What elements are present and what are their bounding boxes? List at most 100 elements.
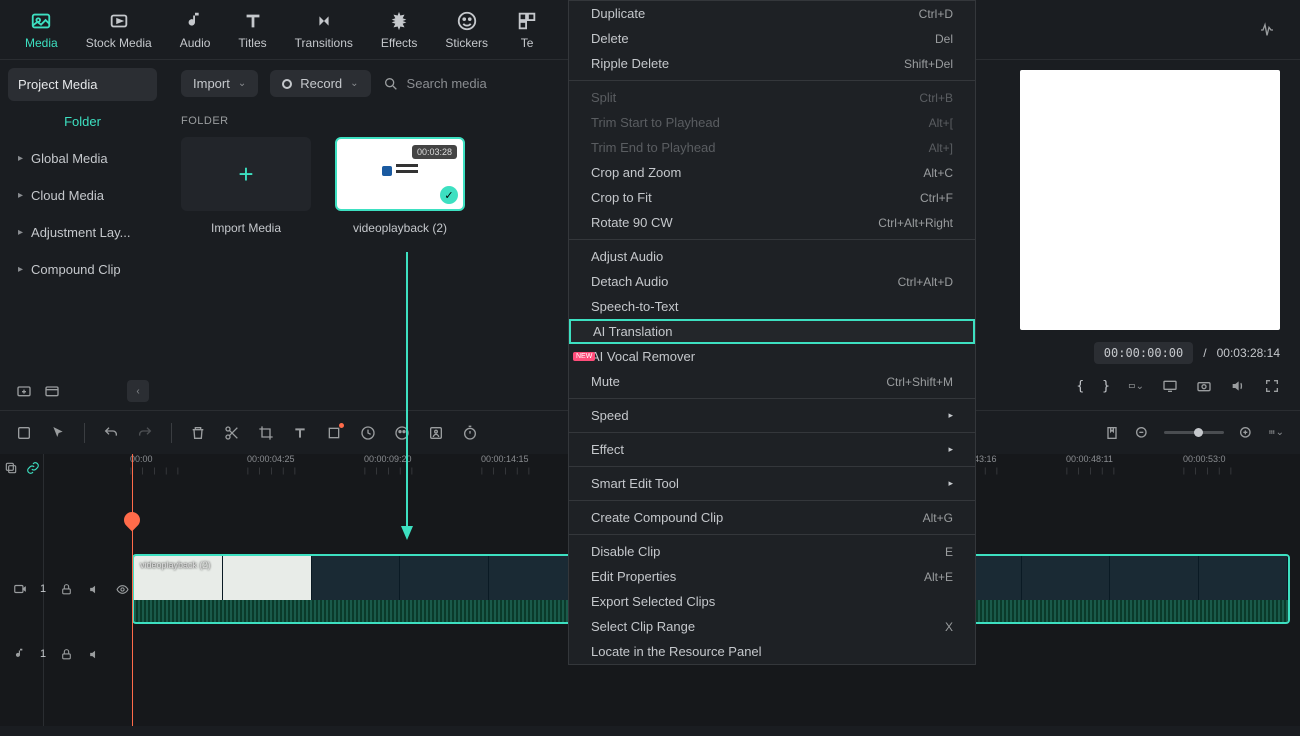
crop-frame-icon[interactable] — [326, 425, 342, 441]
ctx-crop-fit[interactable]: Crop to FitCtrl+F — [569, 185, 975, 210]
monitor-icon[interactable] — [1162, 378, 1178, 394]
zoom-out-icon[interactable] — [1134, 425, 1150, 441]
snapshot-icon[interactable] — [1196, 378, 1212, 394]
tab-stickers[interactable]: Stickers — [445, 10, 488, 50]
ctx-smart-edit[interactable]: Smart Edit Tool▸ — [569, 471, 975, 496]
search-media[interactable]: Search media — [383, 76, 487, 92]
sidebar-folder[interactable]: Folder — [8, 105, 157, 138]
ctx-effect[interactable]: Effect▸ — [569, 437, 975, 462]
chevron-down-icon: ⌄ — [350, 78, 358, 89]
crop-icon[interactable] — [258, 425, 274, 441]
green-screen-icon[interactable] — [428, 425, 444, 441]
ctx-speed[interactable]: Speed▸ — [569, 403, 975, 428]
undo-icon[interactable] — [103, 425, 119, 441]
split-icon[interactable] — [224, 425, 240, 441]
sidebar-adjustment-layer[interactable]: ▸Adjustment Lay... — [8, 216, 157, 249]
ctx-speech-to-text[interactable]: Speech-to-Text — [569, 294, 975, 319]
select-tool-icon[interactable] — [16, 425, 32, 441]
ctx-delete[interactable]: DeleteDel — [569, 26, 975, 51]
mute-track-icon[interactable] — [86, 646, 102, 662]
ctx-select-clip-range[interactable]: Select Clip RangeX — [569, 614, 975, 639]
ctx-adjust-audio[interactable]: Adjust Audio — [569, 244, 975, 269]
volume-icon[interactable] — [1230, 378, 1246, 394]
cursor-icon[interactable] — [50, 425, 66, 441]
grid-view-icon[interactable]: ⌄ — [1268, 425, 1284, 441]
duration-badge: 00:03:28 — [412, 145, 457, 159]
text-icon[interactable] — [292, 425, 308, 441]
chevron-right-icon: ▸ — [18, 264, 23, 275]
tab-media[interactable]: Media — [25, 10, 58, 50]
redo-icon[interactable] — [137, 425, 153, 441]
ctx-detach-audio[interactable]: Detach AudioCtrl+Alt+D — [569, 269, 975, 294]
tab-label: Stickers — [445, 36, 488, 50]
ctx-mute[interactable]: MuteCtrl+Shift+M — [569, 369, 975, 394]
placeholder: Search media — [407, 76, 487, 91]
copy-icon[interactable] — [3, 460, 19, 476]
tab-audio[interactable]: Audio — [180, 10, 211, 50]
annotation-arrow — [400, 252, 414, 547]
context-menu: DuplicateCtrl+D DeleteDel Ripple DeleteS… — [568, 0, 976, 665]
bin-icon[interactable] — [44, 383, 60, 399]
ruler-mark: 00:00:48:11 — [1066, 454, 1183, 484]
mute-track-icon[interactable] — [86, 581, 102, 597]
lock-icon[interactable] — [58, 646, 74, 662]
mark-out-icon[interactable]: } — [1102, 379, 1110, 394]
card-label: videoplayback (2) — [353, 221, 447, 235]
preview-canvas[interactable] — [1020, 70, 1280, 330]
tab-stock-media[interactable]: Stock Media — [86, 10, 152, 50]
label: Adjustment Lay... — [31, 225, 130, 240]
ruler-mark: 00:00 — [130, 454, 247, 484]
ctx-ai-translation[interactable]: AI Translation — [569, 319, 975, 344]
sidebar-compound-clip[interactable]: ▸ Compound Clip — [8, 253, 157, 286]
ctx-disable-clip[interactable]: Disable ClipE — [569, 539, 975, 564]
import-media-card[interactable]: + Import Media — [181, 137, 311, 235]
ctx-duplicate[interactable]: DuplicateCtrl+D — [569, 1, 975, 26]
import-button[interactable]: Import⌄ — [181, 70, 258, 97]
ctx-compound[interactable]: Create Compound ClipAlt+G — [569, 505, 975, 530]
video-track-icon[interactable] — [12, 581, 28, 597]
search-icon — [383, 76, 399, 92]
ctx-trim-end: Trim End to PlayheadAlt+] — [569, 135, 975, 160]
tab-templates[interactable]: Te — [516, 10, 538, 50]
ctx-ai-vocal-remover[interactable]: NEWAI Vocal Remover — [569, 344, 975, 369]
ctx-export-selected[interactable]: Export Selected Clips — [569, 589, 975, 614]
sidebar-cloud-media[interactable]: ▸Cloud Media — [8, 179, 157, 212]
tab-effects[interactable]: Effects — [381, 10, 417, 50]
tab-label: Effects — [381, 36, 417, 50]
tab-titles[interactable]: Titles — [238, 10, 266, 50]
media-clip-card[interactable]: 00:03:28 ✓ videoplayback (2) — [335, 137, 465, 235]
zoom-in-icon[interactable] — [1238, 425, 1254, 441]
fullscreen-icon[interactable] — [1264, 378, 1280, 394]
tab-transitions[interactable]: Transitions — [295, 10, 353, 50]
ctx-ripple-delete[interactable]: Ripple DeleteShift+Del — [569, 51, 975, 76]
mark-in-icon[interactable]: { — [1076, 379, 1084, 394]
visible-icon[interactable] — [114, 581, 130, 597]
link-row — [0, 454, 43, 482]
collapse-sidebar-button[interactable]: ‹ — [127, 380, 149, 402]
tab-label: Audio — [180, 36, 211, 50]
timer-icon[interactable] — [462, 425, 478, 441]
lock-icon[interactable] — [58, 581, 74, 597]
label: Global Media — [31, 151, 108, 166]
label: Compound Clip — [31, 262, 121, 277]
marker-icon[interactable] — [1104, 425, 1120, 441]
ctx-crop-zoom[interactable]: Crop and ZoomAlt+C — [569, 160, 975, 185]
ctx-rotate[interactable]: Rotate 90 CWCtrl+Alt+Right — [569, 210, 975, 235]
ctx-locate-resource[interactable]: Locate in the Resource Panel — [569, 639, 975, 664]
sidebar-global-media[interactable]: ▸Global Media — [8, 142, 157, 175]
record-button[interactable]: Record⌄ — [270, 70, 370, 97]
link-icon[interactable] — [25, 460, 41, 476]
time-separator: / — [1203, 346, 1206, 360]
audio-track-icon[interactable] — [12, 646, 28, 662]
zoom-slider[interactable] — [1164, 431, 1224, 434]
chevron-right-icon: ▸ — [948, 444, 953, 455]
performance-icon[interactable] — [1259, 22, 1275, 38]
new-folder-icon[interactable] — [16, 383, 32, 399]
speed-icon[interactable] — [360, 425, 376, 441]
delete-icon[interactable] — [190, 425, 206, 441]
ratio-icon[interactable]: ⌄ — [1128, 378, 1144, 394]
sidebar-project-media[interactable]: Project Media — [8, 68, 157, 101]
label: Folder — [64, 114, 101, 129]
playhead[interactable] — [132, 454, 133, 726]
ctx-edit-properties[interactable]: Edit PropertiesAlt+E — [569, 564, 975, 589]
